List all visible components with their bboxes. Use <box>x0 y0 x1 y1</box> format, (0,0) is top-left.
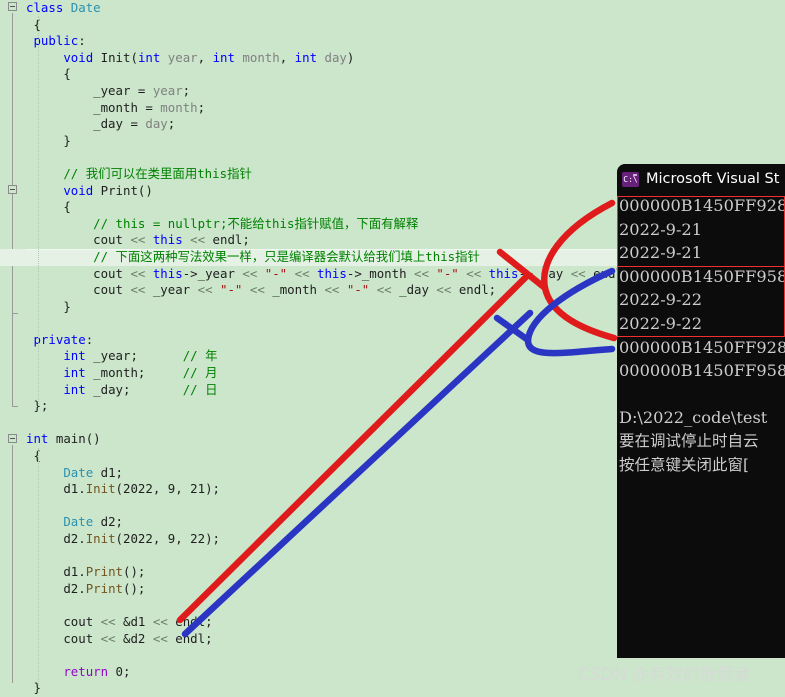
console-title-bar[interactable]: C:\ Microsoft Visual St <box>617 164 785 194</box>
csdn-watermark: CSDN @有效的放假者 <box>578 665 751 685</box>
screenshot-root: class Date { public: void Init(int year,… <box>0 0 785 695</box>
code-line[interactable]: } <box>0 133 785 150</box>
console-window-icon: C:\ <box>622 171 639 187</box>
code-line[interactable]: _year = year; <box>0 83 785 100</box>
console-title-text: Microsoft Visual St <box>646 171 780 187</box>
indent-guide <box>38 16 39 406</box>
console-line: 按任意键关闭此窗[ <box>619 455 750 474</box>
code-line[interactable]: void Init(int year, int month, int day) <box>0 50 785 67</box>
d1-output-box <box>617 196 785 267</box>
code-line[interactable]: _day = day; <box>0 116 785 133</box>
indent-guide <box>38 448 39 688</box>
console-line: D:\2022_code\test <box>619 408 768 428</box>
code-line[interactable]: { <box>0 66 785 83</box>
console-line: 要在调试停止时自云 <box>619 431 759 450</box>
code-line[interactable]: _month = month; <box>0 100 785 117</box>
code-line[interactable]: public: <box>0 33 785 50</box>
console-line: 000000B1450FF928 <box>619 337 785 357</box>
code-line[interactable]: class Date <box>0 0 785 17</box>
d2-output-box <box>617 266 785 337</box>
code-line[interactable]: { <box>0 17 785 34</box>
console-line: 000000B1450FF958 <box>619 361 785 381</box>
